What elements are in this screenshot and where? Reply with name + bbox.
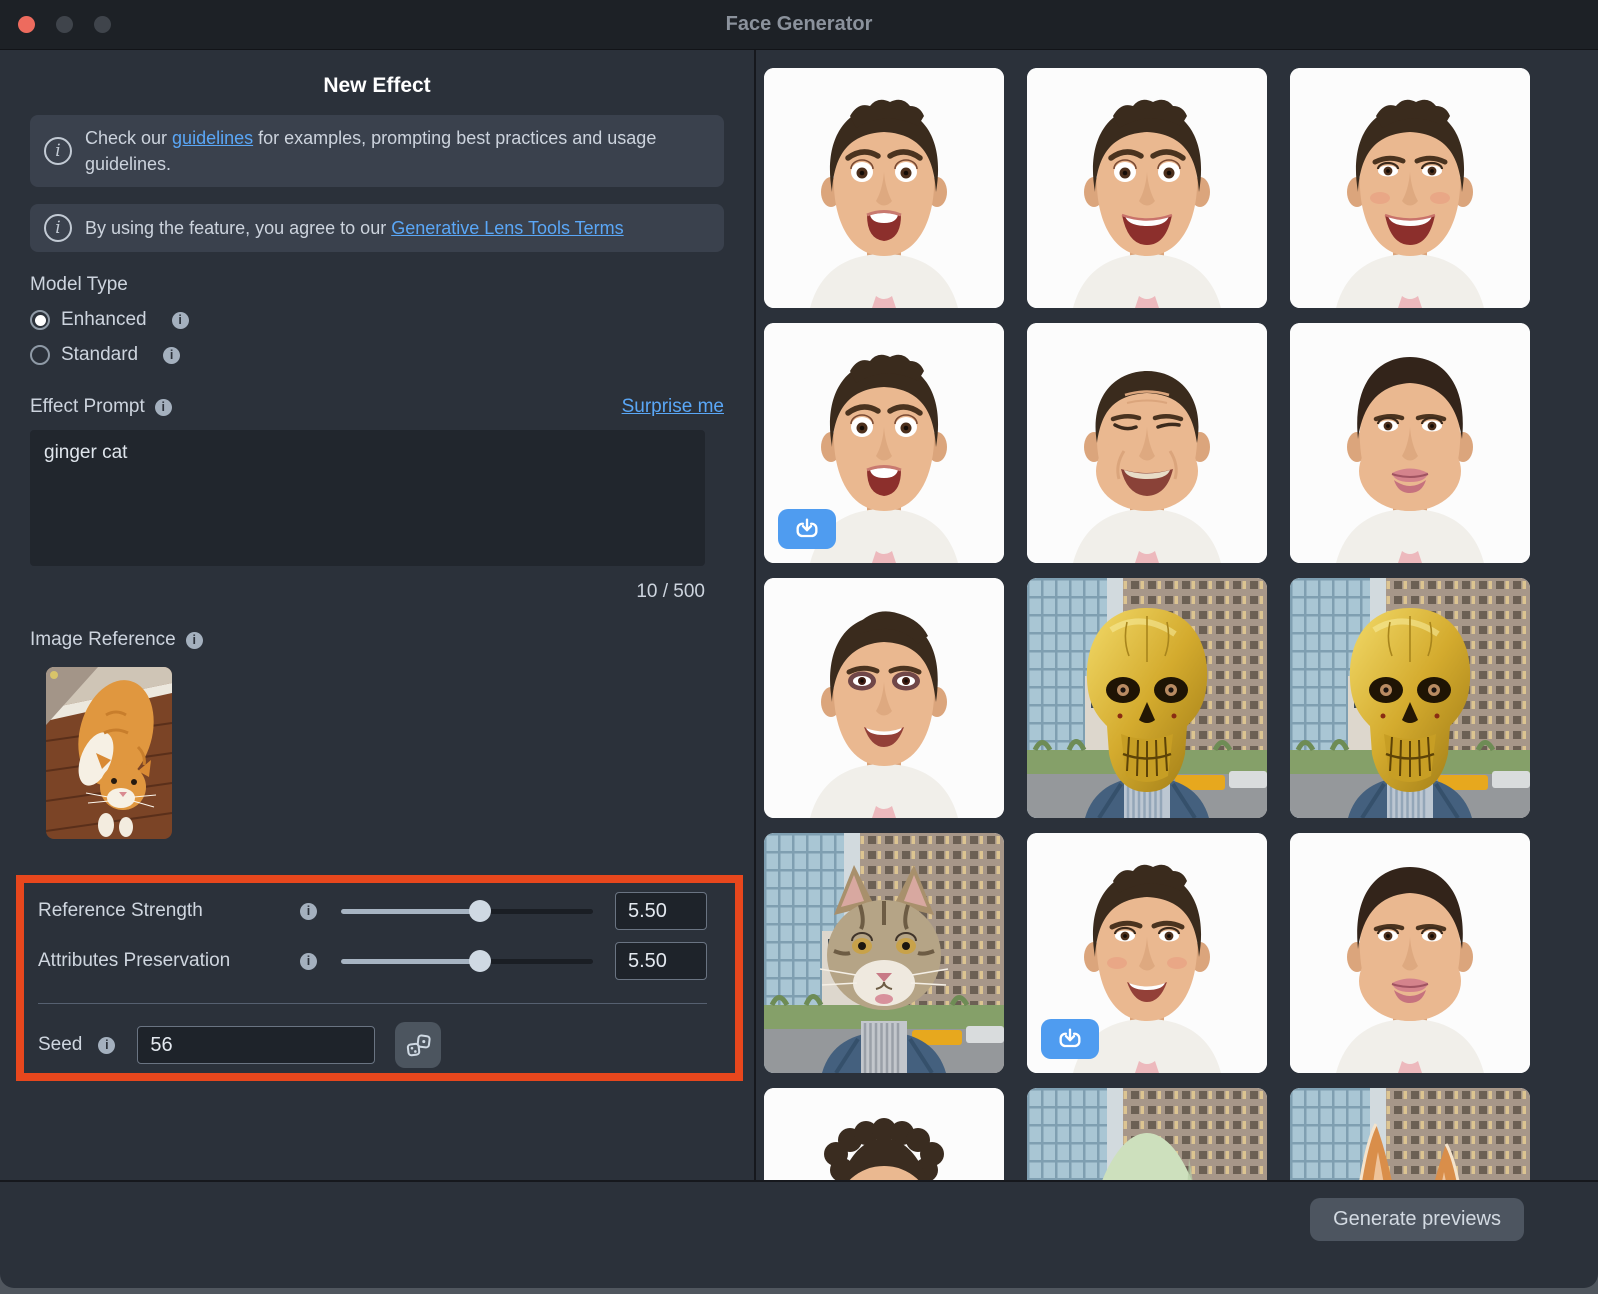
reference-strength-slider[interactable]: [341, 900, 593, 922]
surprise-me-link[interactable]: Surprise me: [622, 396, 724, 418]
seed-row: Seed: [38, 1022, 707, 1068]
terms-link[interactable]: Generative Lens Tools Terms: [391, 218, 623, 238]
preview-card[interactable]: [764, 578, 1004, 818]
preview-card[interactable]: [764, 68, 1004, 308]
download-button[interactable]: [778, 509, 836, 549]
info-icon[interactable]: [163, 346, 181, 364]
generate-previews-button[interactable]: Generate previews: [1310, 1198, 1524, 1241]
preview-card[interactable]: [1290, 1088, 1530, 1180]
preview-card[interactable]: [764, 323, 1004, 563]
reference-strength-label: Reference Strength: [38, 900, 203, 921]
preview-card[interactable]: [764, 833, 1004, 1073]
divider: [38, 1003, 707, 1004]
guidelines-notice: Check our guidelines for examples, promp…: [30, 115, 724, 188]
model-type-label: Model Type: [30, 274, 128, 296]
preview-card[interactable]: [1027, 578, 1267, 818]
new-effect-panel: New Effect Check our guidelines for exam…: [0, 50, 754, 1180]
seed-label: Seed: [38, 1034, 83, 1055]
info-icon[interactable]: [300, 902, 317, 920]
info-icon[interactable]: [300, 952, 317, 970]
reference-strength-value[interactable]: 5.50: [615, 892, 707, 930]
window-title: Face Generator: [725, 13, 873, 35]
enhanced-radio[interactable]: [30, 310, 50, 331]
preview-card[interactable]: [1290, 68, 1530, 308]
info-icon: [44, 214, 72, 243]
effect-prompt-input[interactable]: ginger cat: [30, 430, 705, 567]
ginger-cat-reference-image: [46, 667, 172, 840]
preview-card[interactable]: [764, 1088, 1004, 1180]
download-icon: [1059, 1028, 1081, 1048]
attributes-preservation-value[interactable]: 5.50: [615, 942, 707, 980]
download-button[interactable]: [1041, 1019, 1099, 1059]
info-icon: [44, 137, 72, 166]
preview-card[interactable]: [1027, 323, 1267, 563]
dice-icon: [406, 1034, 431, 1056]
attributes-preservation-slider[interactable]: [341, 950, 593, 972]
model-type-option-enhanced: Enhanced: [30, 309, 724, 331]
standard-radio[interactable]: [30, 345, 50, 366]
info-icon[interactable]: [185, 631, 203, 649]
preview-card[interactable]: [1290, 578, 1530, 818]
reference-image-thumbnail[interactable]: [46, 667, 172, 840]
preview-card[interactable]: [1027, 68, 1267, 308]
download-icon: [796, 518, 818, 538]
preview-card[interactable]: [1290, 323, 1530, 563]
model-type-option-standard: Standard: [30, 344, 724, 366]
previews-panel: [756, 50, 1598, 1180]
info-icon[interactable]: [98, 1036, 116, 1054]
char-counter: 10 / 500: [636, 581, 705, 603]
info-icon[interactable]: [171, 311, 189, 329]
titlebar: Face Generator: [0, 0, 1598, 50]
preview-card[interactable]: [1027, 1088, 1267, 1180]
reference-strength-row: Reference Strength 5.50: [38, 891, 707, 931]
panel-heading: New Effect: [323, 74, 431, 97]
randomize-seed-button[interactable]: [395, 1022, 442, 1068]
guidelines-link[interactable]: guidelines: [172, 128, 253, 148]
terms-notice: By using the feature, you agree to our G…: [30, 204, 724, 253]
info-icon[interactable]: [154, 398, 172, 416]
attributes-preservation-label: Attributes Preservation: [38, 950, 231, 971]
bottom-bar: Generate previews: [0, 1180, 1598, 1288]
standard-label: Standard: [61, 344, 139, 366]
image-reference-label: Image Reference: [30, 629, 176, 651]
highlighted-settings-box: Reference Strength 5.50 Attributes Prese…: [16, 875, 743, 1081]
preview-card[interactable]: [1027, 833, 1267, 1073]
guidelines-notice-text: Check our guidelines for examples, promp…: [85, 128, 657, 175]
seed-input[interactable]: [137, 1026, 376, 1064]
preview-card[interactable]: [1290, 833, 1530, 1073]
preview-grid: [756, 50, 1598, 1180]
enhanced-label: Enhanced: [61, 309, 147, 331]
slider-thumb[interactable]: [468, 950, 491, 972]
effect-prompt-label: Effect Prompt: [30, 396, 145, 418]
face-generator-window: Face Generator New Effect Check our guid…: [0, 0, 1598, 1288]
terms-notice-text: By using the feature, you agree to our G…: [85, 218, 624, 239]
attributes-preservation-row: Attributes Preservation 5.50: [38, 941, 707, 981]
slider-thumb[interactable]: [468, 900, 491, 922]
